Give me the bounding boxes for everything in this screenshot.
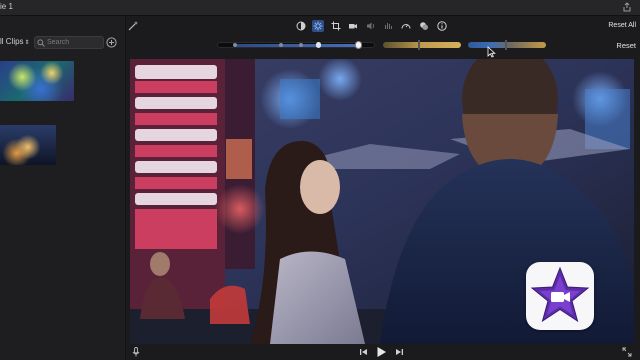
- levels-handle-midtones-low[interactable]: [279, 43, 283, 47]
- clip-filter-icon[interactable]: [418, 20, 430, 32]
- speed-icon[interactable]: [400, 20, 412, 32]
- play-icon[interactable]: [376, 346, 387, 358]
- clip-thumbnail-city[interactable]: [0, 125, 56, 165]
- playback-bar: [127, 344, 640, 360]
- clip-filter-dropdown[interactable]: ll Clips⇕: [0, 37, 30, 46]
- temperature-slider[interactable]: [468, 40, 546, 50]
- info-icon[interactable]: [436, 20, 448, 32]
- chevron-updown-icon: ⇕: [24, 40, 30, 46]
- search-placeholder: Search: [47, 39, 70, 46]
- levels-handle-highlights[interactable]: [316, 42, 321, 48]
- mouse-pointer-icon: [487, 46, 496, 58]
- levels-handle-midtones[interactable]: [299, 43, 303, 47]
- levels-handle-shadows[interactable]: [233, 43, 237, 47]
- window-title: ie 1: [0, 2, 13, 11]
- color-balance-icon[interactable]: [295, 20, 307, 32]
- viewer-toolbar: Reset All Reset: [127, 16, 640, 60]
- color-correction-icon[interactable]: [312, 20, 324, 32]
- imovie-app-badge: [526, 262, 594, 330]
- levels-slider-fill: [234, 44, 360, 47]
- crop-icon[interactable]: [330, 20, 342, 32]
- title-bar: ie 1: [0, 0, 640, 16]
- reset-all-button[interactable]: Reset All: [608, 22, 636, 29]
- imovie-star-icon: [530, 266, 590, 323]
- stabilization-icon[interactable]: [347, 20, 359, 32]
- saturation-slider-handle[interactable]: [418, 40, 420, 50]
- clip-filter-label: ll Clips: [0, 37, 24, 46]
- magic-wand-icon[interactable]: [127, 20, 139, 32]
- clip-thumbnail-party[interactable]: [0, 61, 74, 101]
- reset-button[interactable]: Reset: [616, 41, 636, 50]
- share-icon[interactable]: [622, 2, 632, 12]
- temperature-slider-handle[interactable]: [505, 40, 507, 50]
- noise-reduction-icon[interactable]: [383, 20, 395, 32]
- search-icon: [37, 39, 45, 47]
- levels-slider[interactable]: [217, 41, 375, 49]
- volume-icon[interactable]: [365, 20, 377, 32]
- levels-handle-whites[interactable]: [355, 41, 362, 49]
- media-browser: ll Clips⇕ Search: [0, 16, 126, 360]
- skip-forward-icon[interactable]: [395, 347, 404, 357]
- search-input[interactable]: Search: [34, 36, 104, 49]
- saturation-slider[interactable]: [383, 40, 461, 50]
- microphone-icon[interactable]: [132, 347, 140, 357]
- skip-back-icon[interactable]: [359, 347, 368, 357]
- fullscreen-icon[interactable]: [622, 347, 632, 357]
- add-icon[interactable]: [106, 37, 117, 48]
